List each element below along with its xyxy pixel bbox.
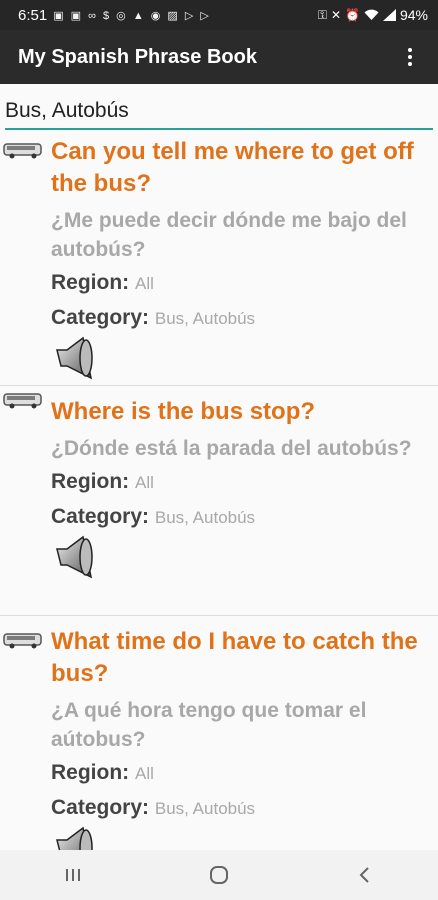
- system-nav-bar: [0, 850, 438, 900]
- phrase-spanish: ¿Dónde está la parada del autobús?: [51, 437, 412, 460]
- region-label: Region:: [51, 470, 130, 493]
- signal-icon: [382, 9, 396, 21]
- recent-apps-icon[interactable]: [43, 855, 103, 895]
- battery-level: 94%: [399, 7, 428, 23]
- region-value: All: [135, 473, 154, 492]
- category-value: Bus, Autobús: [154, 508, 256, 527]
- phrase-item[interactable]: What time do I have to catch the bus? ¿A…: [0, 616, 438, 850]
- status-bar: 6:51 ▣ ▣ ∞ $ ◎ ▲ ◉ ▨ ▷ ▷ ⚿ ✕ ⏰ 94%: [0, 0, 438, 30]
- phrase-english: Where is the bus stop?: [51, 398, 316, 425]
- key-icon: ⚿: [317, 7, 327, 22]
- bus-icon: [3, 633, 42, 649]
- phrase-spanish: ¿A qué hora tengo que tomar el aútobus?: [51, 699, 367, 751]
- wifi-icon: [364, 9, 379, 20]
- alarm-icon: ⏰: [345, 8, 360, 22]
- region-row: Region: All: [0, 467, 438, 498]
- category-label: Category:: [51, 306, 150, 329]
- notification-icons: ▣ ▣ ∞ $ ◎ ▲ ◉ ▨ ▷ ▷: [53, 9, 211, 22]
- region-row: Region: All: [0, 758, 438, 789]
- phrase-english: Can you tell me where to get off the bus…: [51, 138, 414, 197]
- region-value: All: [135, 764, 154, 783]
- region-row: Region: All: [0, 268, 438, 299]
- category-row: Category: Bus, Autobús: [0, 303, 438, 334]
- bus-icon: [3, 393, 42, 409]
- category-label: Category:: [51, 796, 150, 819]
- category-row: Category: Bus, Autobús: [0, 793, 438, 824]
- speaker-icon[interactable]: [51, 334, 97, 382]
- category-label: Category:: [51, 505, 150, 528]
- page-title: My Spanish Phrase Book: [18, 45, 257, 68]
- region-label: Region:: [51, 761, 130, 784]
- app-bar: My Spanish Phrase Book: [0, 30, 438, 84]
- phrase-item[interactable]: Can you tell me where to get off the bus…: [0, 136, 438, 386]
- mute-icon: ✕: [330, 8, 342, 22]
- system-icons: ⚿ ✕ ⏰ 94%: [318, 7, 428, 23]
- phrase-list[interactable]: Can you tell me where to get off the bus…: [0, 136, 438, 850]
- search-bar: [0, 84, 438, 136]
- phrase-item[interactable]: Where is the bus stop? ¿Dónde está la pa…: [0, 386, 438, 616]
- more-vert-icon[interactable]: [398, 42, 422, 72]
- home-icon[interactable]: [189, 855, 249, 895]
- region-value: All: [135, 274, 154, 293]
- category-value: Bus, Autobús: [154, 799, 256, 818]
- speaker-icon[interactable]: [51, 533, 97, 581]
- back-icon[interactable]: [335, 855, 395, 895]
- search-input[interactable]: [5, 96, 433, 130]
- phrase-english: What time do I have to catch the bus?: [51, 628, 418, 687]
- status-time: 6:51: [18, 6, 48, 24]
- category-row: Category: Bus, Autobús: [0, 502, 438, 533]
- phrase-spanish: ¿Me puede decir dónde me bajo del autobú…: [51, 209, 407, 261]
- bus-icon: [3, 143, 42, 159]
- category-value: Bus, Autobús: [154, 309, 256, 328]
- speaker-icon[interactable]: [51, 824, 97, 850]
- region-label: Region:: [51, 271, 130, 294]
